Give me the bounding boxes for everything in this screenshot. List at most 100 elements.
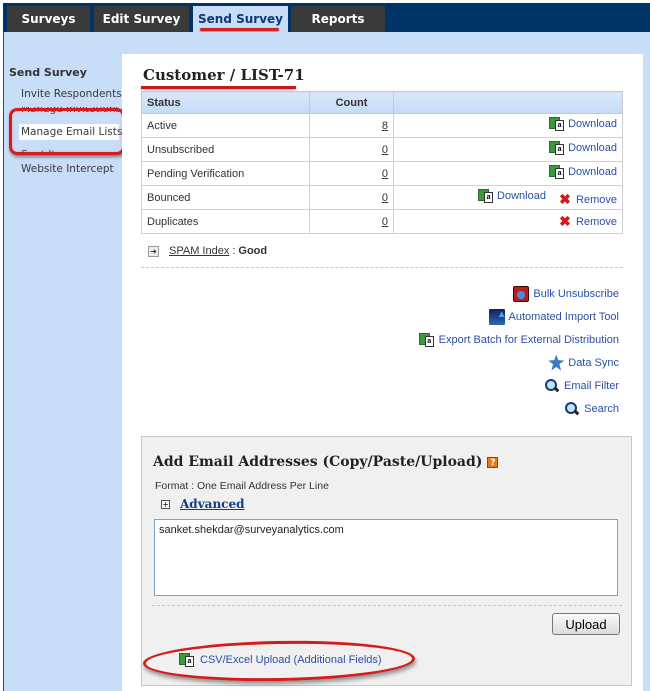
- actions-cell: a Download: [393, 113, 623, 138]
- tool-bulk-unsubscribe[interactable]: Bulk Unsubscribe: [419, 282, 619, 305]
- magnifier-icon: [544, 378, 560, 394]
- remove-action[interactable]: ✖ Remove: [557, 192, 617, 208]
- excel-icon: a: [179, 652, 195, 668]
- tool-label[interactable]: Email Filter: [564, 380, 619, 392]
- download-link[interactable]: Download: [497, 190, 546, 202]
- excel-icon: a: [549, 164, 565, 180]
- remove-x-icon: ✖: [559, 212, 571, 229]
- table-row: Pending Verification 0 a Download: [141, 161, 623, 186]
- count-cell: 0: [309, 185, 394, 210]
- count-cell: 0: [309, 161, 394, 186]
- import-tool-icon: [488, 308, 507, 325]
- count-cell: 0: [309, 137, 394, 162]
- divider: [141, 267, 623, 268]
- sidebar-item-invite-respondents[interactable]: Invite Respondents: [21, 88, 122, 100]
- tool-label[interactable]: Automated Import Tool: [509, 311, 619, 323]
- count-link[interactable]: 0: [382, 192, 388, 204]
- format-hint: Format : One Email Address Per Line: [155, 480, 329, 492]
- count-cell: 0: [309, 209, 394, 234]
- remove-link[interactable]: Remove: [576, 216, 617, 228]
- download-action[interactable]: a Download: [549, 164, 617, 180]
- actions-cell: a Download: [393, 137, 623, 162]
- annotation-highlight-box: [9, 108, 125, 155]
- status-cell: Pending Verification: [141, 161, 310, 186]
- excel-icon: a: [549, 116, 565, 132]
- status-cell: Active: [141, 113, 310, 138]
- tool-export-batch[interactable]: a Export Batch for External Distribution: [418, 328, 619, 351]
- download-link[interactable]: Download: [568, 166, 617, 178]
- download-link[interactable]: Download: [568, 118, 617, 130]
- add-email-title: Add Email Addresses (Copy/Paste/Upload)?: [153, 454, 499, 470]
- tab-reports[interactable]: Reports: [291, 6, 385, 32]
- arrow-right-icon[interactable]: ➜: [148, 245, 159, 257]
- remove-x-icon: ✖: [559, 190, 571, 207]
- tab-edit-survey[interactable]: Edit Survey: [94, 6, 189, 32]
- tab-label: Send Survey: [198, 12, 283, 26]
- count-cell: 8: [309, 113, 394, 138]
- download-action[interactable]: a Download: [549, 116, 617, 132]
- actions-cell: ✖ Remove: [393, 209, 623, 234]
- download-action[interactable]: a Download: [478, 188, 546, 204]
- add-email-title-text: Add Email Addresses (Copy/Paste/Upload): [153, 454, 483, 470]
- spam-index: ➜ SPAM Index : Good: [148, 245, 267, 257]
- download-link[interactable]: Download: [568, 142, 617, 154]
- sidebar-item-website-intercept[interactable]: Website Intercept: [21, 163, 114, 175]
- advanced-toggle[interactable]: + Advanced: [161, 497, 245, 511]
- top-navigation: Surveys Edit Survey Send Survey Reports: [0, 0, 650, 32]
- expand-plus-icon[interactable]: +: [161, 499, 170, 509]
- spam-index-link[interactable]: SPAM Index: [169, 245, 229, 257]
- email-addresses-textarea[interactable]: sanket.shekdar@surveyanalytics.com: [154, 519, 618, 596]
- count-link[interactable]: 0: [382, 216, 388, 228]
- column-header-status: Status: [141, 91, 310, 114]
- email-list-status-table: Status Count Active 8 a Download Unsubscr…: [141, 91, 623, 234]
- tool-email-filter[interactable]: Email Filter: [419, 374, 619, 397]
- table-row: Duplicates 0 ✖ Remove: [141, 209, 623, 234]
- count-link[interactable]: 0: [382, 144, 388, 156]
- upload-button[interactable]: Upload: [552, 613, 620, 635]
- download-action[interactable]: a Download: [549, 140, 617, 156]
- table-row: Unsubscribed 0 a Download: [141, 137, 623, 162]
- actions-cell: a Download: [393, 161, 623, 186]
- status-cell: Bounced: [141, 185, 310, 210]
- list-tools: Bulk Unsubscribe Automated Import Tool a…: [418, 282, 619, 420]
- magnifier-icon: [564, 401, 580, 417]
- advanced-link[interactable]: Advanced: [180, 497, 245, 511]
- excel-icon: a: [418, 332, 435, 348]
- count-link[interactable]: 0: [382, 168, 388, 180]
- page-title: Customer / LIST-71: [143, 66, 305, 84]
- count-link[interactable]: 8: [382, 120, 388, 132]
- tab-send-survey[interactable]: Send Survey: [193, 6, 288, 32]
- spam-index-value: Good: [238, 245, 268, 257]
- excel-icon: a: [478, 188, 494, 204]
- csv-upload-link[interactable]: CSV/Excel Upload (Additional Fields): [200, 654, 382, 666]
- column-header-count: Count: [309, 91, 394, 114]
- tool-label[interactable]: Export Batch for External Distribution: [439, 334, 619, 346]
- tab-surveys[interactable]: Surveys: [7, 6, 90, 32]
- table-row: Active 8 a Download: [141, 113, 623, 138]
- bulk-unsubscribe-icon: [513, 285, 530, 302]
- tab-label: Surveys: [21, 12, 76, 26]
- tab-label: Edit Survey: [102, 12, 181, 26]
- table-header-row: Status Count: [141, 91, 623, 114]
- status-cell: Unsubscribed: [141, 137, 310, 162]
- tool-label[interactable]: Data Sync: [568, 357, 619, 369]
- divider: [152, 605, 622, 606]
- tool-label[interactable]: Bulk Unsubscribe: [533, 288, 619, 300]
- csv-upload[interactable]: a CSV/Excel Upload (Additional Fields): [179, 652, 382, 668]
- annotation-underline: [200, 28, 279, 31]
- remove-action[interactable]: ✖ Remove: [557, 214, 617, 230]
- actions-cell: a Download ✖ Remove: [393, 185, 623, 210]
- excel-icon: a: [549, 140, 565, 156]
- tool-data-sync[interactable]: Data Sync: [419, 351, 619, 374]
- table-row: Bounced 0 a Download ✖ Remove: [141, 185, 623, 210]
- help-icon[interactable]: ?: [487, 457, 499, 468]
- tool-search[interactable]: Search: [419, 397, 619, 420]
- spam-separator: :: [232, 245, 236, 257]
- column-header-actions: [393, 91, 623, 114]
- tool-label[interactable]: Search: [584, 403, 619, 415]
- data-sync-icon: [548, 354, 565, 371]
- status-cell: Duplicates: [141, 209, 310, 234]
- sidebar-title: Send Survey: [9, 66, 87, 79]
- tool-automated-import[interactable]: Automated Import Tool: [419, 305, 619, 328]
- remove-link[interactable]: Remove: [576, 194, 617, 206]
